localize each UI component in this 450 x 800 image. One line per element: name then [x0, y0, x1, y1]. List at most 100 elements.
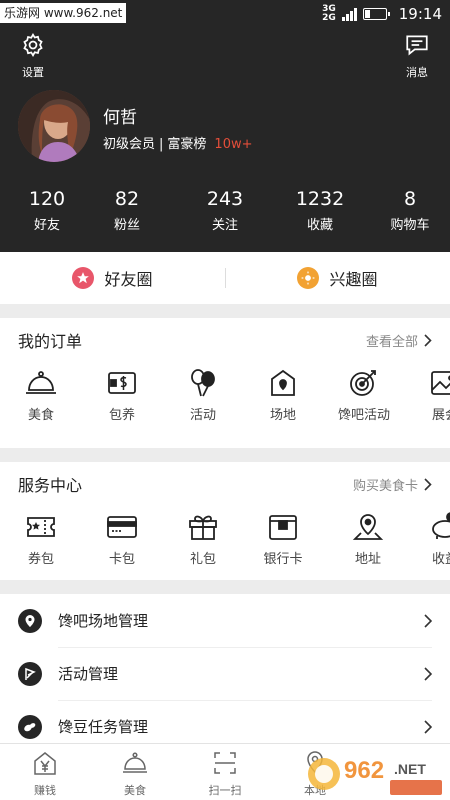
beans-icon: [18, 714, 42, 739]
order-food[interactable]: 美食: [11, 368, 71, 423]
gear-icon: [23, 33, 43, 57]
chevron-right-icon: [424, 719, 432, 734]
settings-button[interactable]: 设置: [18, 32, 48, 80]
nav-scan[interactable]: 扫一扫: [180, 744, 270, 800]
user-name: 何哲: [103, 108, 137, 128]
stats-row: 120 好友 82 粉丝 243 关注 1232 收藏 8 购物车: [0, 186, 450, 233]
points-value: 10w+: [214, 137, 253, 152]
buy-food-card-link[interactable]: 购买美食卡: [353, 475, 432, 494]
row-label: 馋豆任务管理: [58, 718, 149, 736]
coupon-icon: [27, 517, 55, 537]
interest-circle-label: 兴趣圈: [329, 270, 378, 289]
view-all-label: 查看全部: [365, 334, 418, 350]
service-label: 地址: [354, 552, 381, 567]
nav-food[interactable]: 美食: [90, 744, 180, 800]
nav-earn[interactable]: 赚钱: [0, 744, 90, 800]
svg-text:962: 962: [344, 757, 384, 784]
buy-food-card-label: 购买美食卡: [352, 478, 418, 494]
activity-management-row[interactable]: 活动管理: [0, 647, 450, 700]
chevron-right-icon: [424, 613, 432, 628]
order-label: 活动: [189, 408, 216, 423]
view-all-orders-link[interactable]: 查看全部: [366, 331, 432, 350]
interest-circle-button[interactable]: 兴趣圈: [225, 252, 450, 304]
order-chanba-activity[interactable]: 馋吧活动: [334, 368, 394, 423]
venue-management-row[interactable]: 馋吧场地管理: [0, 594, 450, 647]
stat-value: 82: [114, 188, 140, 210]
order-label: 展会: [431, 408, 450, 423]
picture-icon: [431, 371, 450, 395]
friends-circle-label: 好友圈: [104, 270, 153, 289]
services-header: 服务中心 购买美食卡: [0, 462, 450, 506]
stat-label: 粉丝: [113, 218, 140, 233]
nav-label: 赚钱: [34, 784, 56, 797]
profile-header: 乐游网 www.962.net 3G 2G 19:14 设置 消息 何哲 初级会…: [0, 0, 450, 252]
nav-label: 扫一扫: [208, 784, 242, 797]
service-cards[interactable]: 卡包: [92, 512, 152, 567]
house-yen-icon: [34, 752, 56, 775]
stat-label: 关注: [211, 218, 238, 233]
signal-icon: [341, 7, 357, 21]
user-level-line: 初级会员 | 富豪榜 10w+: [103, 137, 253, 152]
management-list: 馋吧场地管理 活动管理 馋豆任务管理: [0, 594, 450, 753]
row-label: 活动管理: [58, 665, 119, 683]
chevron-right-icon: [424, 333, 432, 347]
order-label: 包养: [108, 408, 135, 423]
settings-label: 设置: [22, 66, 44, 79]
order-keep[interactable]: 包养: [92, 368, 152, 423]
svg-text:.NET: .NET: [394, 761, 426, 777]
circles-row: 好友圈 兴趣圈: [0, 252, 450, 304]
order-label: 馋吧活动: [337, 408, 390, 423]
services-title: 服务中心: [18, 476, 83, 495]
chevron-right-icon: [424, 477, 432, 491]
order-activity[interactable]: 活动: [173, 368, 233, 423]
stat-favorites[interactable]: 1232 收藏: [270, 186, 370, 233]
service-label: 收益: [431, 552, 450, 567]
member-level: 初级会员: [103, 137, 156, 152]
services-card: 服务中心 购买美食卡 券包 卡包 礼包 银行卡 地址 收益: [0, 462, 450, 580]
avatar[interactable]: [18, 90, 90, 162]
order-exhibition[interactable]: 展会: [415, 368, 450, 423]
status-bar: 乐游网 www.962.net 3G 2G 19:14: [0, 0, 450, 28]
stat-cart[interactable]: 8 购物车: [370, 186, 450, 233]
order-label: 美食: [27, 408, 54, 423]
location-home-icon: [271, 369, 295, 396]
network-indicator: 3G 2G: [322, 5, 336, 23]
stat-label: 购物车: [390, 218, 430, 233]
service-coupons[interactable]: 券包: [11, 512, 71, 567]
flag-icon: [18, 661, 42, 686]
stat-fans[interactable]: 82 粉丝: [94, 186, 160, 233]
stat-following[interactable]: 243 关注: [160, 186, 270, 233]
status-indicators: 3G 2G 19:14: [322, 4, 442, 24]
order-venue[interactable]: 场地: [253, 368, 313, 423]
clock: 19:14: [398, 5, 442, 23]
message-icon: [406, 35, 428, 56]
service-address[interactable]: 地址: [338, 512, 398, 567]
divider: [225, 268, 226, 288]
watermark-top: 乐游网 www.962.net: [0, 3, 127, 23]
gift-icon: [189, 515, 217, 540]
target-icon: [350, 370, 376, 396]
orders-header: 我的订单 查看全部: [0, 318, 450, 362]
messages-label: 消息: [406, 66, 428, 79]
stat-label: 好友: [33, 218, 60, 233]
friends-circle-button[interactable]: 好友圈: [0, 252, 225, 304]
service-label: 银行卡: [263, 552, 303, 567]
stat-value: 120: [28, 188, 66, 210]
service-label: 券包: [27, 552, 54, 567]
orders-card: 我的订单 查看全部 美食 包养 活动 场地 馋吧活动 展会: [0, 318, 450, 448]
stat-value: 243: [206, 188, 244, 210]
services-icons: 券包 卡包 礼包 银行卡 地址 收益: [0, 506, 450, 598]
service-earnings[interactable]: 收益: [415, 512, 450, 567]
bank-card-icon: [269, 515, 297, 540]
chevron-right-icon: [424, 666, 432, 681]
service-label: 卡包: [108, 552, 135, 567]
service-bank-cards[interactable]: 银行卡: [253, 512, 313, 567]
stat-label: 收藏: [306, 218, 333, 233]
rank-link[interactable]: 富豪榜: [167, 137, 206, 152]
orders-title: 我的订单: [18, 332, 83, 351]
sun-icon: [297, 267, 320, 289]
service-gifts[interactable]: 礼包: [173, 512, 233, 567]
cloche-icon: [26, 371, 56, 394]
stat-friends[interactable]: 120 好友: [0, 186, 94, 233]
messages-button[interactable]: 消息: [402, 32, 432, 80]
